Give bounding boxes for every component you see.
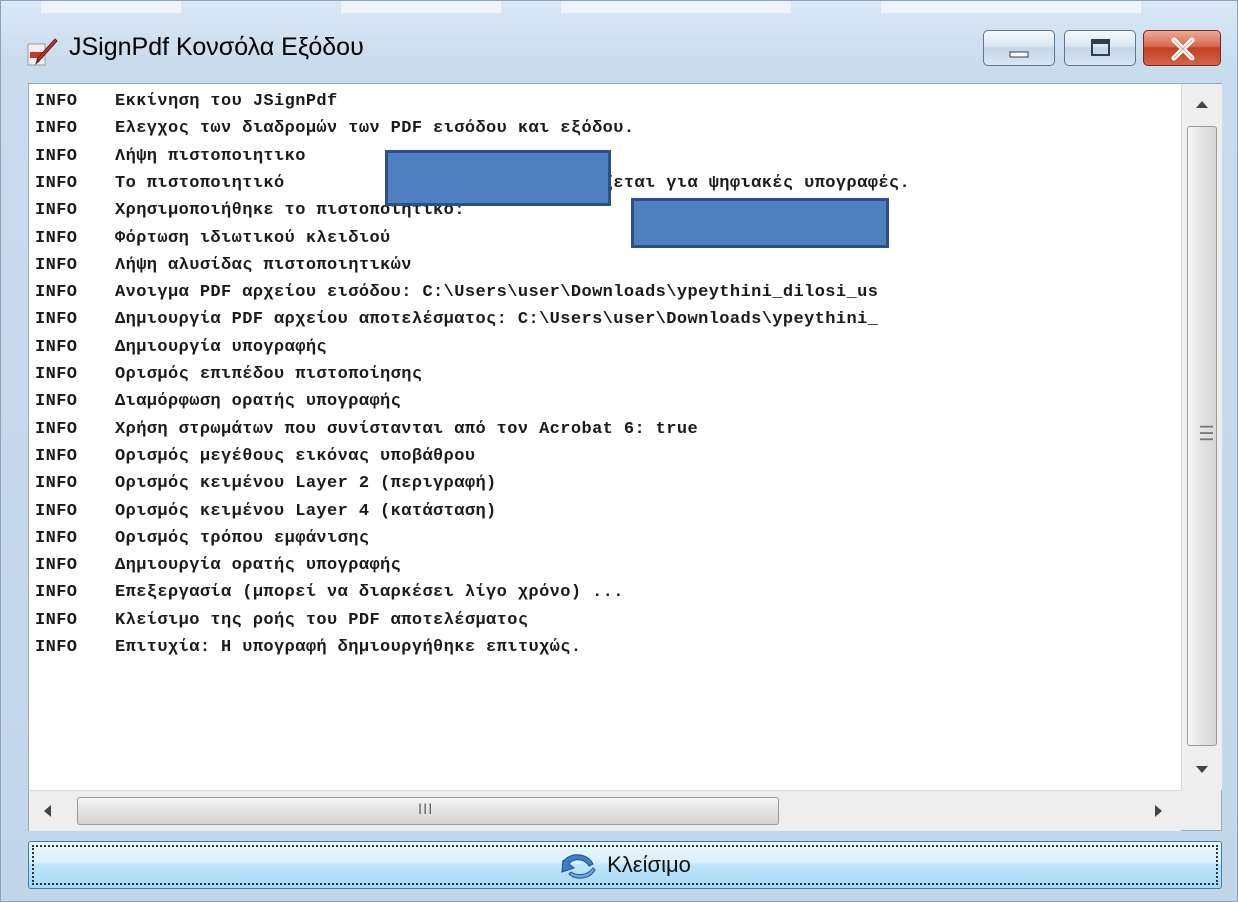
log-level: INFO (35, 419, 78, 439)
log-message: Δημιουργία υπογραφής (115, 337, 328, 357)
log-level: INFO (35, 365, 78, 384)
close-window-button[interactable] (1143, 30, 1221, 66)
jsignpdf-pen-icon (27, 38, 58, 66)
vertical-scrollbar[interactable]: III (1181, 84, 1222, 790)
scroll-left-icon[interactable] (29, 791, 69, 831)
window-title: JSignPdf Κονσόλα Εξόδου (69, 33, 364, 61)
log-line: INFO Λήψη πιστοποιητικο (35, 147, 306, 171)
log-line: INFO Δημιουργία υπογραφής (35, 338, 327, 362)
log-line: INFO Επιτυχία: Η υπογραφή δημιουργήθηκε ε… (35, 638, 581, 662)
log-level: INFO (35, 474, 78, 494)
back-arrow-icon (561, 854, 596, 879)
log-line: INFO Ορισμός μεγέθους εικόνας υποβάθρου (35, 447, 475, 471)
log-line: INFO Ορισμός κειμένου Layer 4 (κατάσταση) (35, 502, 497, 526)
scroll-grip: III (1194, 424, 1216, 443)
log-message: Δημιουργία ορατής υπογραφής (115, 556, 402, 576)
log-line: INFO Ανοιγμα PDF αρχείου εισόδου: C:\User… (35, 283, 878, 307)
scroll-up-icon[interactable] (1182, 86, 1222, 126)
log-level: INFO (35, 173, 78, 193)
log-line: INFO Λήψη αλυσίδας πιστοποιητικών (35, 256, 412, 280)
close-button[interactable]: Κλείσιμο (28, 841, 1222, 889)
log-level: INFO (35, 501, 78, 521)
log-level: INFO (35, 255, 78, 275)
log-line: INFO Επεξεργασία (μπορεί να διαρκέσει λίγ… (35, 583, 624, 607)
log-level: INFO (35, 638, 78, 657)
horizontal-scroll-thumb[interactable]: III (77, 797, 779, 825)
log-message: Δημιουργία PDF αρχείου αποτελέσματος: C:… (115, 310, 879, 330)
log-line: INFO Διαμόρφωση ορατής υπογραφής (35, 392, 401, 416)
log-line: INFO Εκκίνηση του JSignPdf (35, 92, 338, 116)
log-message: Επιτυχία: Η υπογραφή δημιουργήθηκε επιτυ… (115, 638, 582, 657)
app-window: JSignPdf Κονσόλα Εξόδου INFO Εκκίνηση του… (0, 0, 1238, 902)
maximize-icon (1091, 39, 1110, 56)
log-message: Ελεγχος των διαδρομών των PDF εισόδου κα… (115, 119, 635, 139)
close-button-label: Κλείσιμο (607, 852, 691, 877)
log-line: INFO Δημιουργία ορατής υπογραφής (35, 556, 401, 580)
background-strip (341, 1, 501, 13)
background-strip (561, 1, 791, 13)
log-level: INFO (35, 119, 78, 139)
log-message: Εκκίνηση του JSignPdf (115, 92, 338, 111)
log-message: Ορισμός τρόπου εμφάνισης (115, 528, 370, 548)
log-message: Ορισμός μεγέθους εικόνας υποβάθρου (115, 446, 476, 466)
scroll-corner (1181, 790, 1221, 830)
log-message: Ορισμός κειμένου Layer 2 (περιγραφή) (115, 474, 497, 494)
console-output[interactable]: INFO Εκκίνηση του JSignPdf INFO Ελεγχος των… (28, 83, 1222, 831)
log-level: INFO (35, 337, 78, 357)
log-level: INFO (35, 446, 78, 466)
log-line: INFO Χρήση στρωμάτων που συνίστανται από … (35, 420, 698, 444)
log-level: INFO (35, 92, 78, 111)
scroll-grip: III (418, 802, 434, 818)
close-button-content: Κλείσιμο (29, 842, 1221, 888)
log-message: Φόρτωση ιδιωτικού κλειδιού (115, 228, 391, 248)
log-level: INFO (35, 528, 78, 548)
log-line: INFO Κλείσιμο της ροής του PDF αποτελέσμα… (35, 611, 528, 635)
close-x-icon (1171, 37, 1195, 61)
redaction-box (385, 150, 611, 206)
log-level: INFO (35, 583, 78, 603)
minimize-button[interactable] (983, 30, 1055, 66)
scroll-right-icon[interactable] (1137, 791, 1177, 831)
log-level: INFO (35, 201, 78, 221)
log-line: INFO Ορισμός επιπέδου πιστοποίησης (35, 365, 422, 389)
log-level: INFO (35, 392, 78, 412)
log-line: INFO Ορισμός κειμένου Layer 2 (περιγραφή) (35, 474, 497, 498)
log-message: Κλείσιμο της ροής του PDF αποτελέσματος (115, 610, 529, 630)
title-bar[interactable]: JSignPdf Κονσόλα Εξόδου (1, 13, 1238, 81)
log-message: Ορισμός κειμένου Layer 4 (κατάσταση) (115, 501, 497, 521)
log-message: Χρήση στρωμάτων που συνίστανται από τον … (115, 419, 699, 439)
scroll-down-icon[interactable] (1182, 748, 1222, 788)
redaction-box (631, 198, 889, 248)
vertical-scroll-thumb[interactable]: III (1187, 126, 1217, 746)
log-message: Λήψη πιστοποιητικο (115, 146, 306, 166)
log-level: INFO (35, 146, 78, 166)
log-level: INFO (35, 556, 78, 576)
horizontal-scrollbar[interactable]: III (29, 790, 1181, 831)
log-level: INFO (35, 228, 78, 248)
log-line: INFO Φόρτωση ιδιωτικού κλειδιού (35, 229, 391, 253)
log-message: Λήψη αλυσίδας πιστοποιητικών (115, 255, 412, 275)
log-level: INFO (35, 610, 78, 630)
log-line: INFO Ορισμός τρόπου εμφάνισης (35, 529, 369, 553)
log-level: INFO (35, 283, 78, 303)
log-message: Ορισμός επιπέδου πιστοποίησης (115, 365, 423, 384)
log-line: INFO Δημιουργία PDF αρχείου αποτελέσματος… (35, 310, 878, 334)
maximize-button[interactable] (1064, 30, 1136, 66)
background-strip (881, 1, 1141, 13)
minimize-icon (1009, 51, 1029, 58)
log-level: INFO (35, 310, 78, 330)
background-strip (41, 1, 181, 13)
log-line: INFO Ελεγχος των διαδρομών των PDF εισόδο… (35, 119, 634, 143)
log-message: Διαμόρφωση ορατής υπογραφής (115, 392, 402, 412)
log-message: Επεξεργασία (μπορεί να διαρκέσει λίγο χρ… (115, 583, 624, 603)
log-message: Ανοιγμα PDF αρχείου εισόδου: C:\Users\us… (115, 283, 879, 303)
